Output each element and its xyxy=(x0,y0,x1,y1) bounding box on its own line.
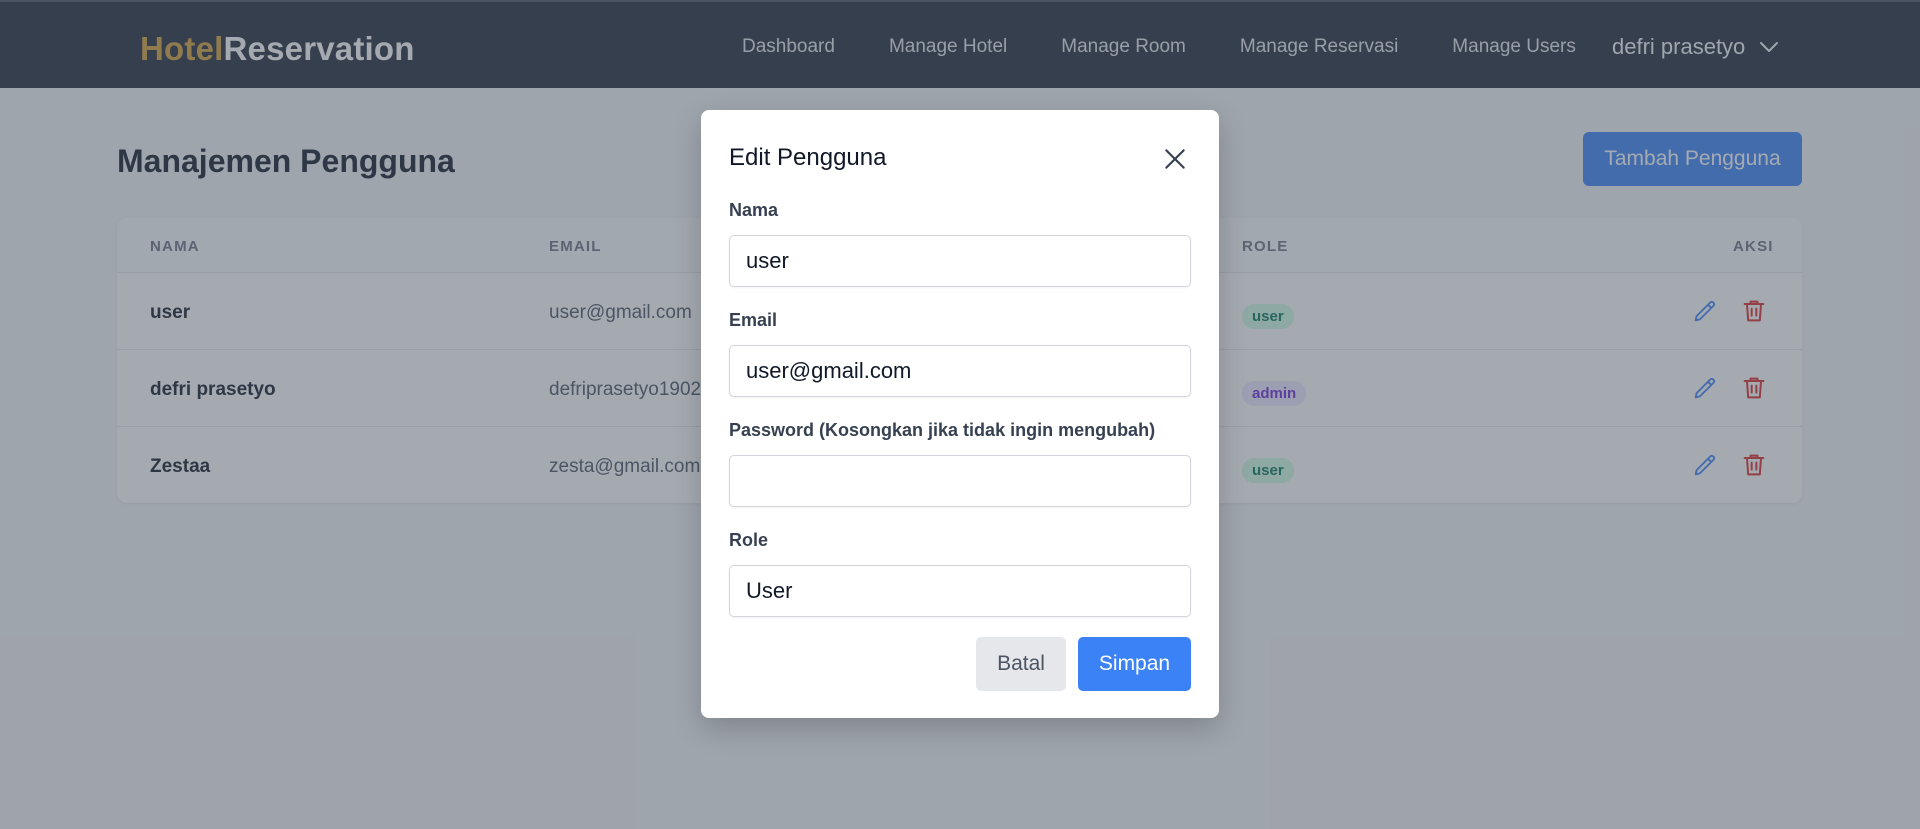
email-field[interactable] xyxy=(729,345,1191,397)
role-select-value: User xyxy=(746,578,793,603)
password-field[interactable] xyxy=(729,455,1191,507)
modal-title: Edit Pengguna xyxy=(729,144,887,171)
name-field[interactable] xyxy=(729,235,1191,287)
role-label: Role xyxy=(729,530,769,550)
save-button[interactable]: Simpan xyxy=(1078,637,1191,691)
email-label: Email xyxy=(729,310,778,330)
edit-user-modal: Edit Pengguna Nama Email Password (Koson… xyxy=(701,110,1219,718)
name-label: Nama xyxy=(729,200,779,220)
cancel-button[interactable]: Batal xyxy=(976,637,1066,691)
close-icon[interactable] xyxy=(1162,146,1188,172)
password-label: Password (Kosongkan jika tidak ingin men… xyxy=(729,420,1156,440)
role-select[interactable]: User xyxy=(729,565,1191,617)
